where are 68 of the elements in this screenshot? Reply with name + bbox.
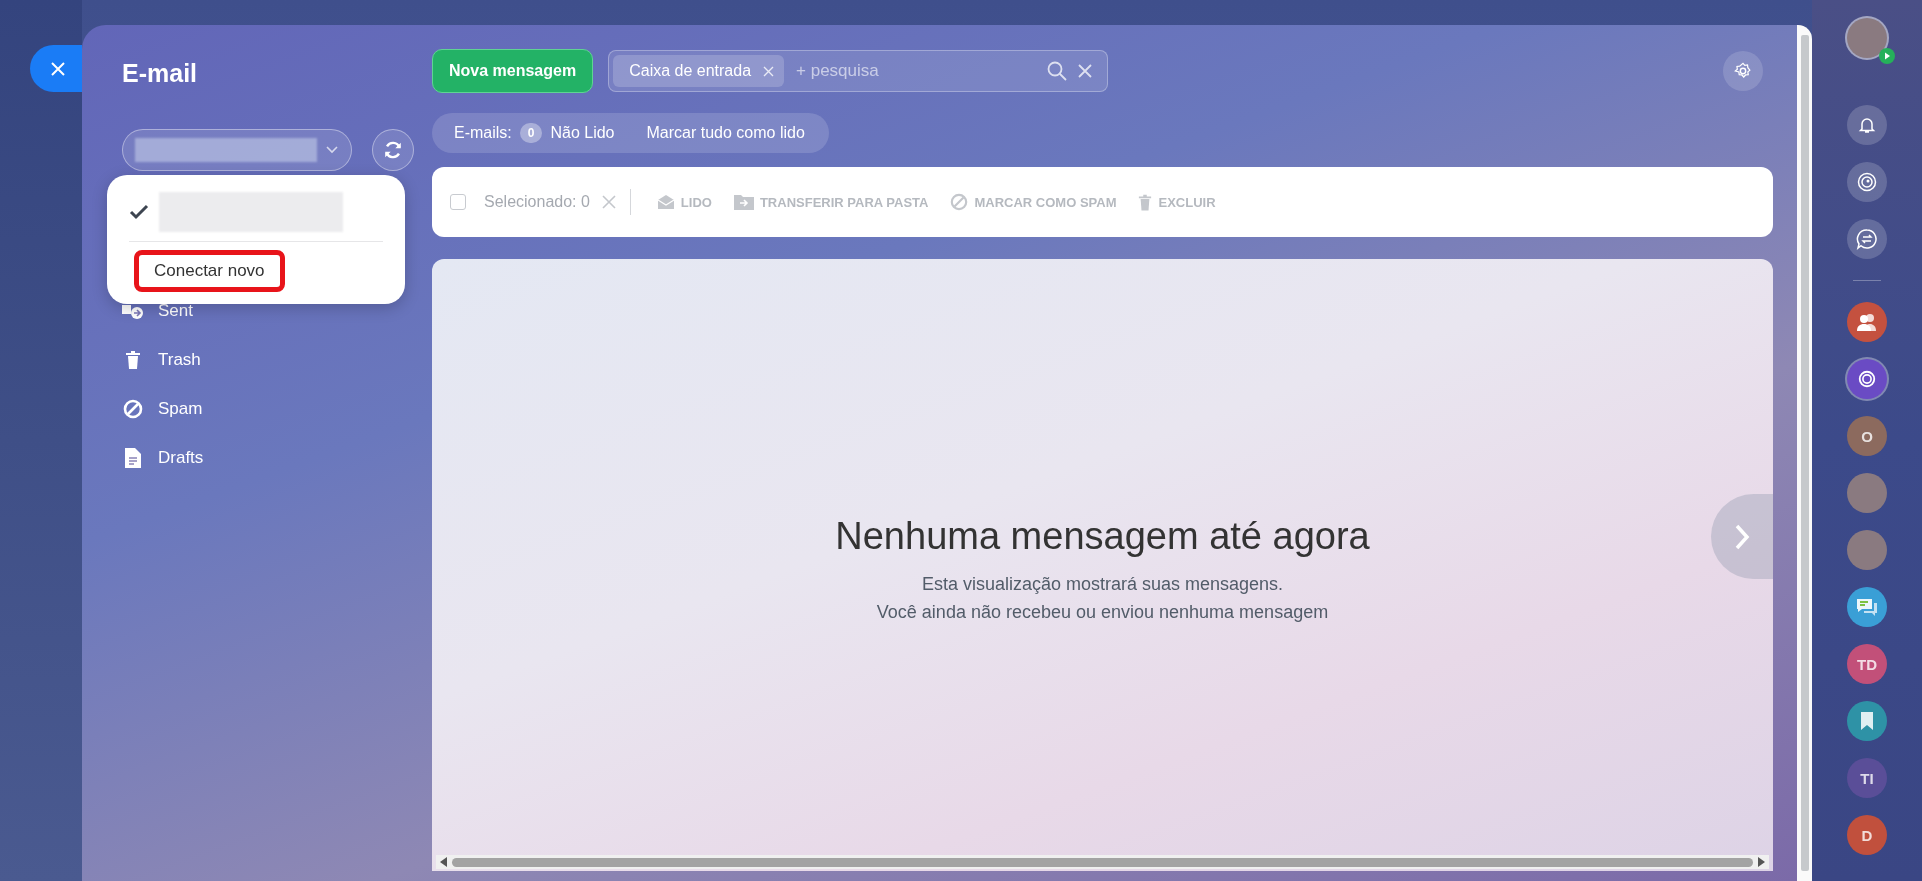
chat-avatar[interactable]: O: [1847, 416, 1887, 456]
avatar-placeholder[interactable]: [1847, 530, 1887, 570]
chat-switch-button[interactable]: [1847, 219, 1887, 259]
connect-new-item[interactable]: Conectar novo: [134, 250, 285, 292]
assistant-button[interactable]: [1847, 162, 1887, 202]
folder-label: Sent: [158, 301, 193, 321]
folder-item[interactable]: Sent: [122, 299, 432, 323]
blocked-icon: [950, 193, 969, 211]
folder-item[interactable]: Spam: [122, 397, 432, 421]
speech-bubbles-icon: [1855, 597, 1879, 617]
blocked-icon: [122, 399, 144, 419]
group-chat-button[interactable]: [1847, 302, 1887, 342]
document-icon: [122, 448, 144, 468]
chat-arrows-icon: [1856, 228, 1878, 250]
avatar-placeholder[interactable]: [1847, 473, 1887, 513]
messages-button[interactable]: [1847, 587, 1887, 627]
scroll-right-icon[interactable]: [1757, 857, 1765, 867]
chat-avatar[interactable]: TI: [1847, 758, 1887, 798]
search-icon[interactable]: [1047, 61, 1068, 81]
close-button[interactable]: [30, 45, 82, 92]
assistant-chat-button[interactable]: [1847, 359, 1887, 399]
folder-label: Drafts: [158, 448, 204, 468]
select-all-checkbox[interactable]: [450, 194, 466, 210]
mark-all-read-link[interactable]: Marcar tudo como lido: [646, 124, 805, 142]
chevron-right-icon: [1734, 522, 1750, 551]
account-dropdown[interactable]: [122, 129, 352, 171]
folder-item[interactable]: Trash: [122, 348, 432, 372]
horizontal-scrollbar[interactable]: [436, 855, 1769, 869]
bookmarks-button[interactable]: [1847, 701, 1887, 741]
folder-item[interactable]: Drafts: [122, 446, 432, 470]
scroll-left-icon[interactable]: [440, 857, 448, 867]
bookmark-icon: [1860, 712, 1874, 730]
close-icon: [50, 60, 66, 77]
action-button[interactable]: MARCAR COMO SPAM: [950, 193, 1127, 211]
search-input[interactable]: + pesquisa: [794, 60, 1038, 82]
chevron-down-icon: [325, 145, 339, 155]
clear-icon[interactable]: [1077, 63, 1094, 79]
action-button[interactable]: EXCLUIR: [1138, 193, 1226, 211]
vertical-scrollbar[interactable]: [1797, 25, 1812, 881]
unread-label[interactable]: Não Lido: [550, 124, 615, 142]
settings-icon: [1734, 62, 1752, 80]
folder-arrow-icon: [733, 194, 754, 210]
refresh-icon: [382, 139, 404, 161]
bell-icon: [1857, 115, 1877, 135]
search-field[interactable]: Caixa de entrada + pesquisa: [608, 50, 1109, 92]
avatar-placeholder[interactable]: [1847, 18, 1887, 58]
page-title: E-mail: [122, 59, 199, 89]
play-icon: [1879, 48, 1895, 64]
new-message-button[interactable]: Nova mensagem: [432, 49, 594, 93]
empty-state-text: Você ainda não recebeu ou enviou nenhuma mensagem: [875, 600, 1330, 624]
action-button[interactable]: TRANSFERIR PARA PASTA: [733, 194, 939, 210]
open-envelope-icon: [656, 194, 675, 210]
folder-label: Spam: [158, 399, 203, 419]
selected-count: Selecionado: 0: [484, 193, 590, 211]
trash-icon: [1138, 193, 1153, 211]
refresh-button[interactable]: [372, 129, 414, 171]
filter-chip: Caixa de entrada: [613, 55, 785, 87]
chat-avatar[interactable]: D: [1847, 815, 1887, 855]
chat-avatar[interactable]: TD: [1847, 644, 1887, 684]
action-button[interactable]: LIDO: [656, 194, 722, 210]
empty-state-text: Esta visualização mostrará suas mensagens.: [920, 572, 1285, 596]
settings-button[interactable]: [1723, 51, 1763, 91]
empty-state-title: Nenhuma mensagem até agora: [835, 514, 1370, 558]
count-badge: 0: [519, 123, 543, 143]
notifications-button[interactable]: [1847, 105, 1887, 145]
folder-label: Trash: [158, 350, 201, 370]
emails-label: E-mails:: [454, 124, 512, 142]
people-icon: [1855, 312, 1879, 332]
